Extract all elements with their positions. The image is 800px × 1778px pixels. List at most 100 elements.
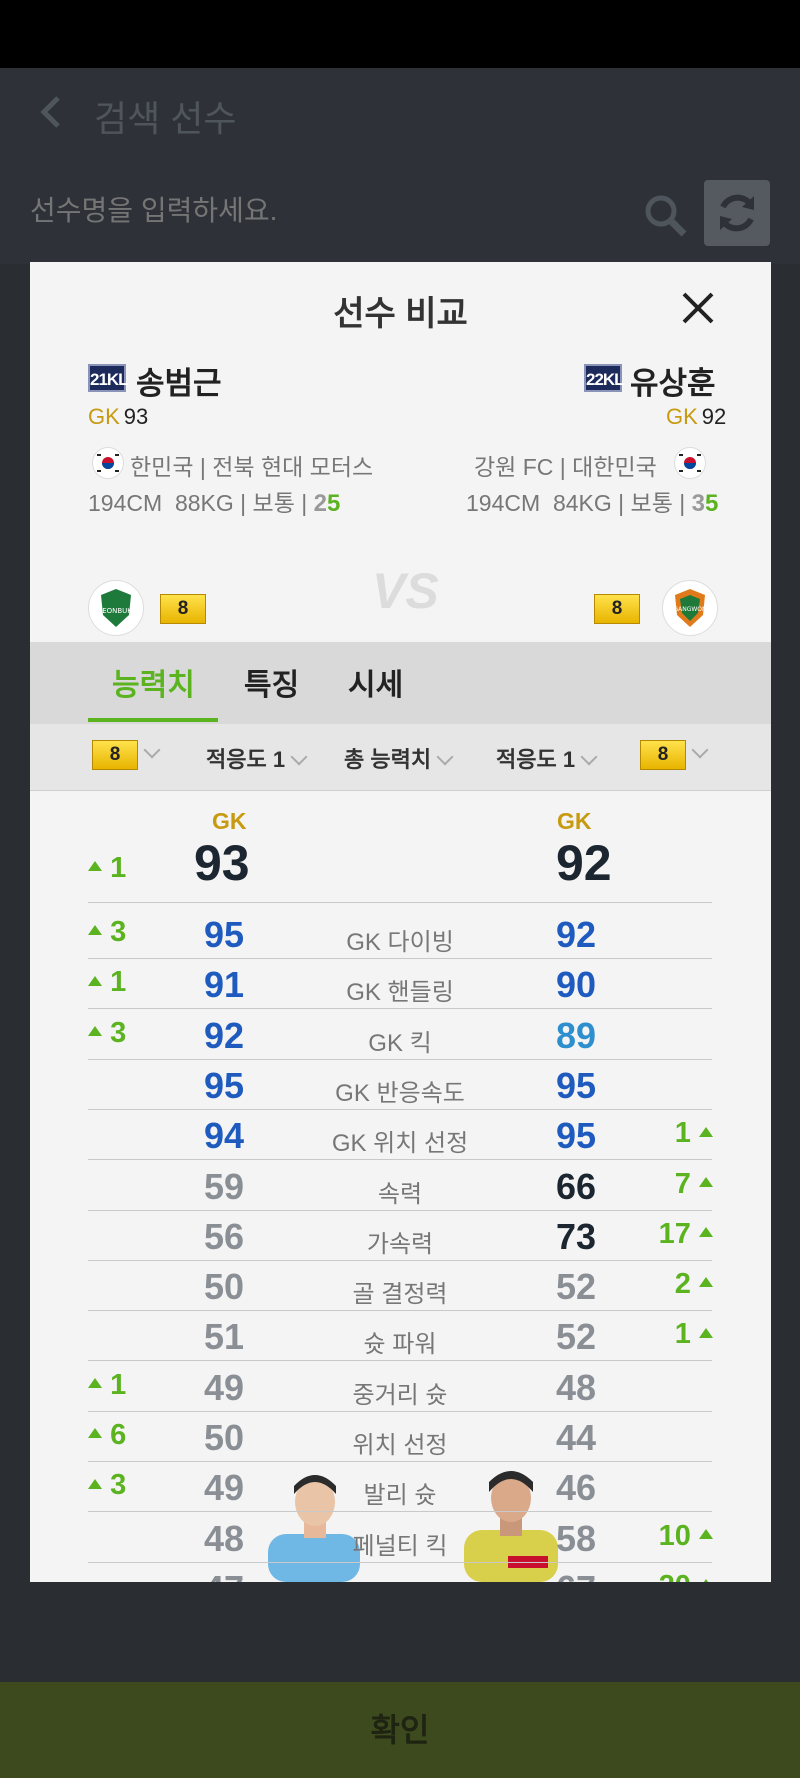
stat-row: 50 골 결정력 52 2	[30, 1262, 771, 1312]
stat-row: 47 짧은 패스 67 20	[30, 1564, 771, 1582]
status-bar	[0, 0, 800, 68]
left-stat-value: 47	[204, 1568, 244, 1582]
left-grade-badge: 8	[160, 594, 206, 624]
left-stat-diff: 3	[88, 916, 126, 949]
left-stat-value: 94	[204, 1115, 245, 1157]
stat-label: GK 반응속도	[335, 1079, 465, 1107]
right-stat-diff: 1	[675, 1318, 713, 1351]
stat-label: GK 킥	[368, 1029, 432, 1057]
stat-row: 3 95 GK 다이빙 92	[30, 910, 771, 960]
right-stat-diff: 17	[659, 1218, 713, 1251]
svg-text:JEONBUK: JEONBUK	[99, 607, 132, 615]
search-input[interactable]	[28, 180, 692, 242]
left-stat-value: 51	[204, 1316, 245, 1358]
stat-row: 94 GK 위치 선정 95 1	[30, 1111, 771, 1161]
left-adapt-select[interactable]: 적응도 1	[206, 742, 308, 774]
stat-label: GK 위치 선정	[331, 1130, 469, 1158]
left-stat-value: 56	[204, 1215, 245, 1257]
compare-modal: 선수 비교 21KL 송범근 GK 93 한민국 | 전북 현대 모터스 194C…	[30, 262, 771, 1582]
tab-price[interactable]: 시세	[348, 660, 403, 704]
left-body-info: 194CM 88KG | 보통 | 25	[88, 490, 341, 517]
left-stat-diff: 1	[88, 966, 126, 999]
left-overall-value: 93	[194, 835, 250, 891]
stat-row: 1 49 중거리 슛 48	[30, 1363, 771, 1413]
left-stat-value: 50	[204, 1417, 245, 1458]
left-stat-value: 95	[204, 914, 245, 955]
left-stat-diff: 1	[88, 1369, 126, 1402]
stat-label: 발리 슛	[363, 1482, 437, 1510]
divider	[88, 1259, 712, 1261]
chevron-down-icon	[290, 748, 308, 766]
right-stat-value: 95	[556, 1064, 597, 1106]
right-stat-diff: 20	[659, 1570, 713, 1582]
stat-label: 짧은 패스	[280, 1576, 520, 1582]
refresh-button[interactable]	[704, 180, 770, 246]
right-grade-badge: 8	[594, 594, 640, 624]
stat-row: 48 페널티 킥 58 10	[30, 1514, 771, 1564]
korea-flag-icon	[674, 447, 706, 479]
right-grade-select[interactable]: 8	[640, 740, 709, 770]
right-overall-value: 92	[556, 835, 612, 891]
stat-row: 1 91 GK 핸들링 90	[30, 960, 771, 1010]
left-stat-value: 50	[204, 1266, 245, 1308]
right-stat-diff: 1	[675, 1117, 713, 1150]
right-stat-value: 66	[556, 1165, 597, 1207]
right-position: GK 92	[666, 404, 727, 429]
right-stat-value: 89	[556, 1014, 597, 1056]
left-stat-value: 92	[204, 1014, 245, 1056]
close-icon[interactable]	[678, 288, 718, 328]
right-stat-value: 95	[556, 1115, 597, 1157]
right-stat-diff: 2	[675, 1268, 713, 1301]
stat-label: 골 결정력	[352, 1281, 448, 1309]
stat-row: 51 슛 파워 52 1	[30, 1312, 771, 1362]
left-grade-select[interactable]: 8	[92, 740, 161, 770]
right-stat-value: 48	[556, 1366, 597, 1408]
back-arrow-icon[interactable]	[34, 94, 70, 130]
confirm-label: 확인	[370, 1712, 430, 1748]
right-stat-value: 92	[556, 914, 597, 955]
divider	[88, 1561, 712, 1563]
tab-traits[interactable]: 특징	[244, 660, 299, 704]
right-adapt-select[interactable]: 적응도 1	[496, 742, 598, 774]
stat-row: 59 속력 66 7	[30, 1162, 771, 1212]
right-body-info: 194CM 84KG | 보통 | 35	[466, 490, 719, 517]
tab-stats[interactable]: 능력치	[112, 660, 195, 704]
right-stat-value: 90	[556, 964, 597, 1006]
search-icon[interactable]	[642, 192, 688, 238]
left-stat-diff: 6	[88, 1419, 126, 1452]
left-stat-diff: 3	[88, 1017, 126, 1050]
stat-row: 56 가속력 73 17	[30, 1212, 771, 1262]
gangwon-logo: GANGWON	[662, 580, 718, 636]
divider	[88, 1511, 712, 1513]
left-stat-diff: 3	[88, 1469, 126, 1502]
stat-row: 3 49 발리 슛 46	[30, 1463, 771, 1513]
stat-row: 6 50 위치 선정 44	[30, 1413, 771, 1463]
stat-label: GK 핸들링	[346, 979, 454, 1007]
left-player-name: 송범근	[136, 366, 222, 401]
right-player-name: 유상훈	[630, 366, 716, 401]
right-stat-diff: 7	[675, 1168, 713, 1201]
svg-text:GANGWON: GANGWON	[673, 606, 706, 613]
chevron-down-icon	[580, 748, 598, 766]
modal-title: 선수 비교	[333, 295, 468, 333]
stat-row: 3 92 GK 킥 89	[30, 1011, 771, 1061]
stat-label: GK 다이빙	[346, 929, 454, 956]
confirm-button[interactable]: 확인	[0, 1682, 800, 1778]
right-season-badge: 22KL	[584, 364, 625, 392]
left-overall-diff: 1	[88, 852, 126, 885]
refresh-icon	[720, 194, 754, 232]
right-stat-value: 73	[556, 1215, 597, 1257]
left-stat-value: 49	[204, 1467, 245, 1509]
stat-label: 속력	[377, 1180, 423, 1208]
stat-row: 95 GK 반응속도 95	[30, 1061, 771, 1111]
total-stat-select[interactable]: 총 능력치	[344, 742, 454, 774]
left-overall-position: GK	[212, 808, 247, 834]
korea-flag-icon	[92, 447, 124, 479]
divider	[88, 1310, 712, 1312]
divider	[88, 1360, 712, 1362]
stat-label: 슛 파워	[363, 1331, 437, 1359]
right-player-info: 강원 FC | 대한민국	[474, 454, 657, 480]
divider	[88, 1461, 712, 1462]
stat-label: 가속력	[366, 1230, 434, 1258]
divider	[88, 902, 712, 903]
